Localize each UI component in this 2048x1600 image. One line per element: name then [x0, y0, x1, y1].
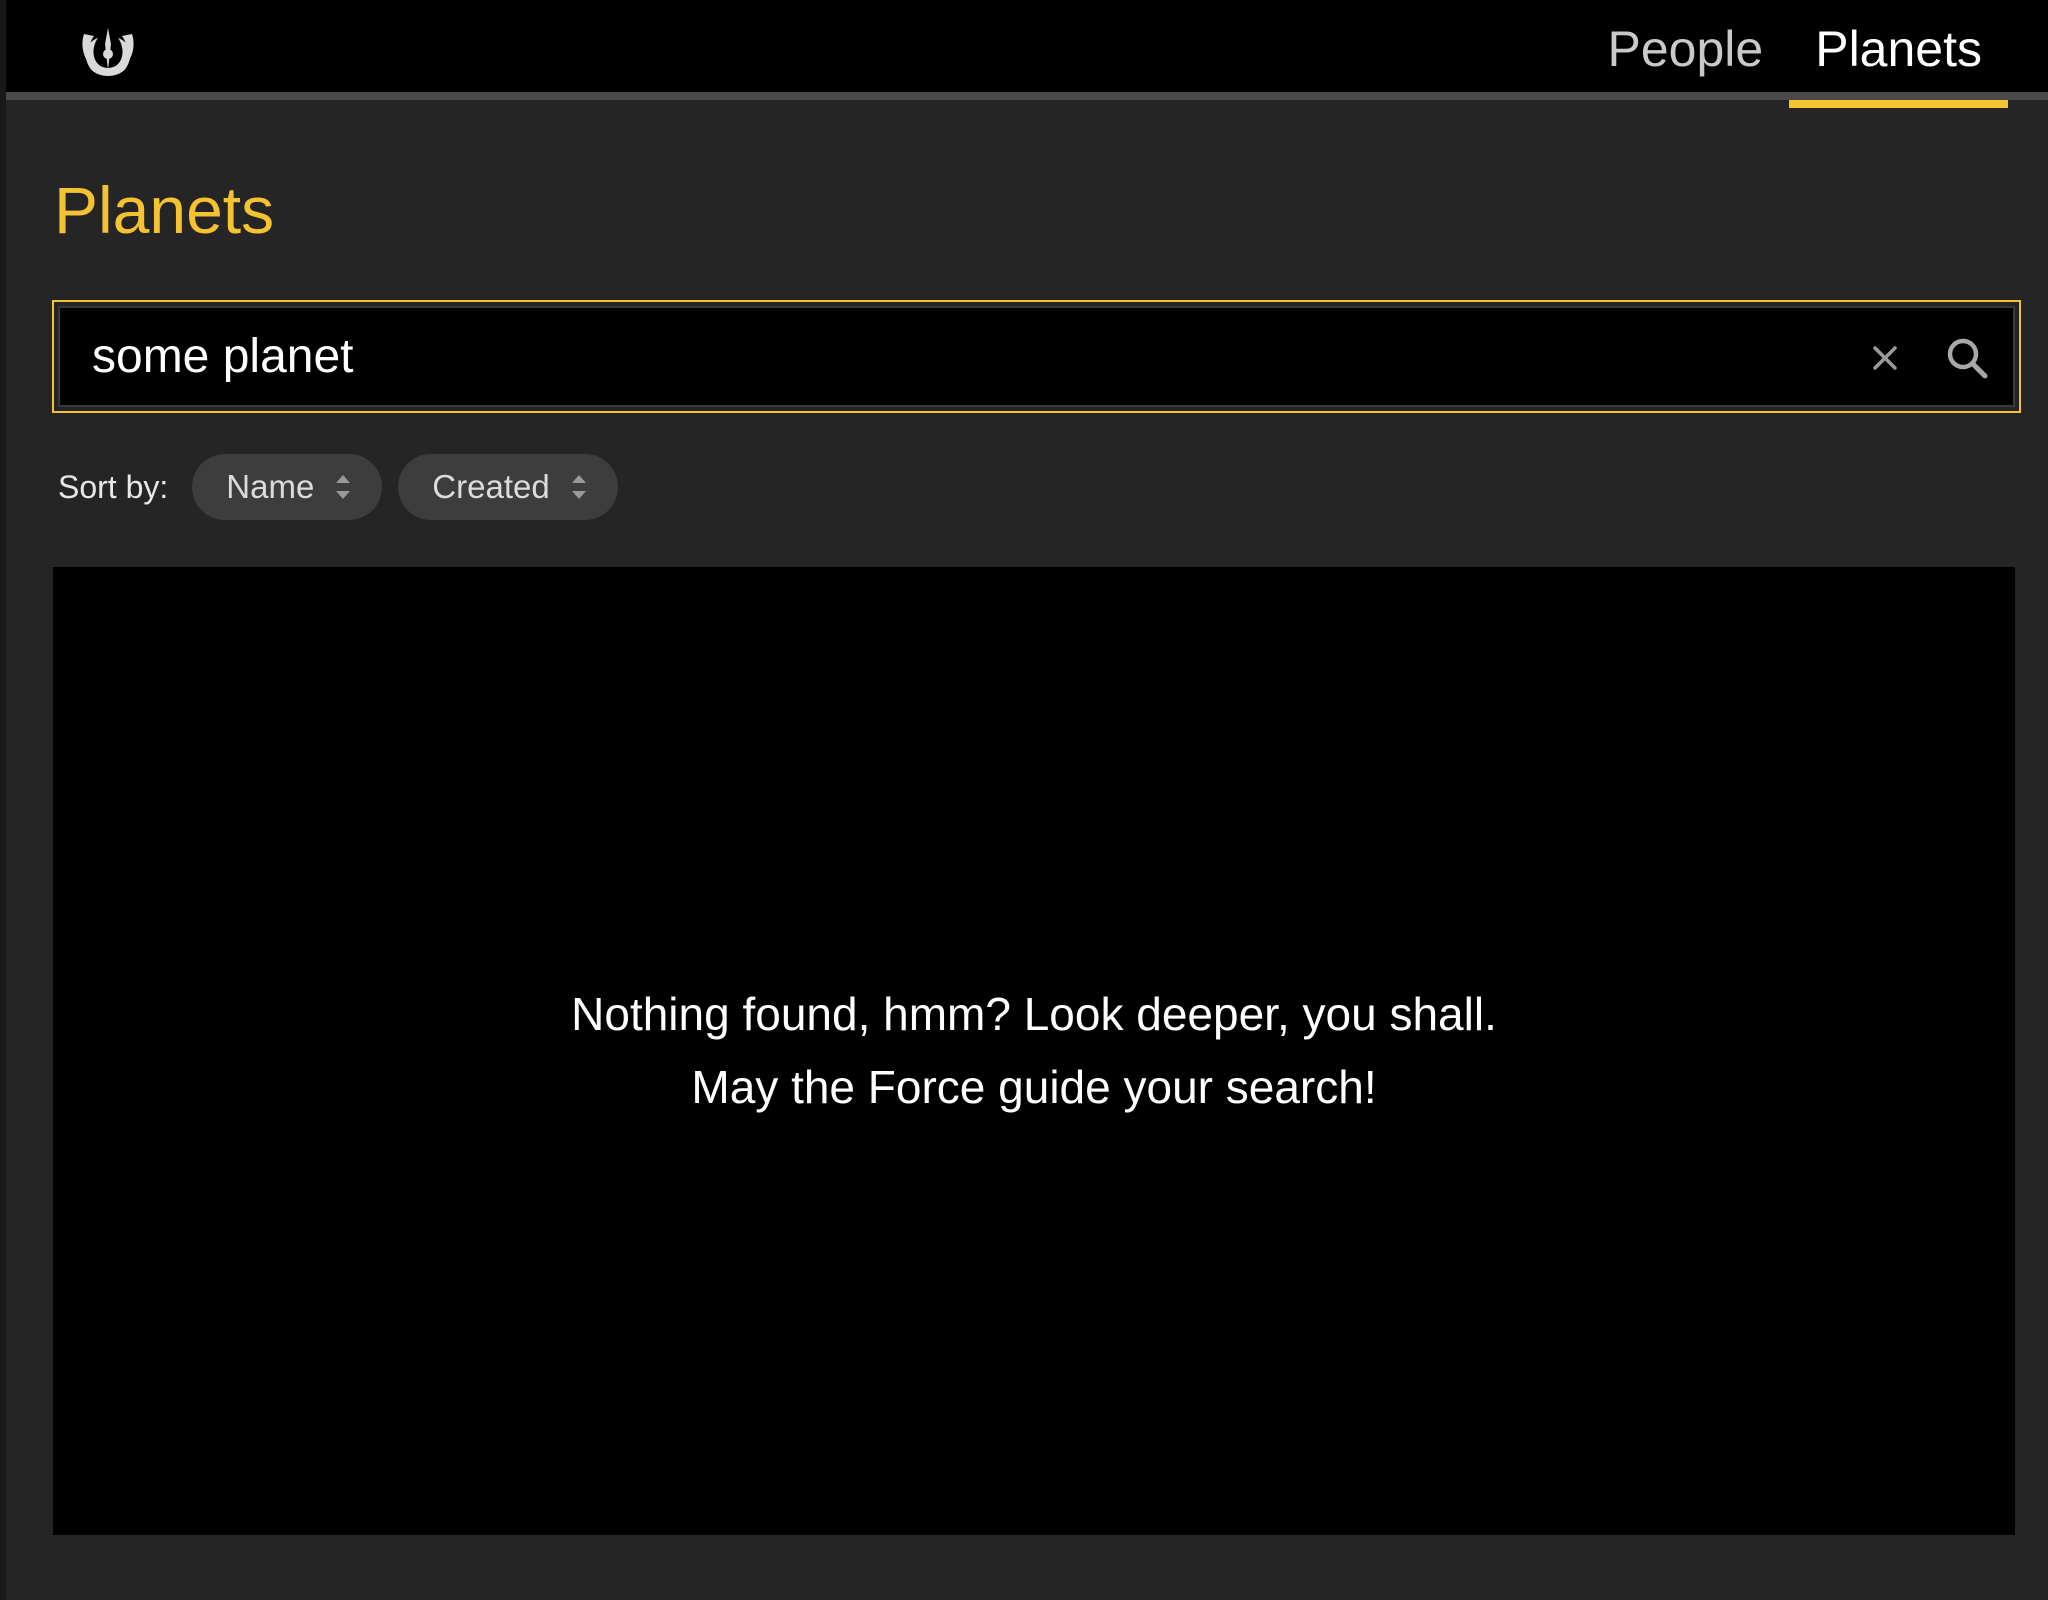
search-input[interactable]	[60, 308, 1840, 405]
sort-icon	[336, 475, 351, 499]
close-icon[interactable]	[1865, 338, 1905, 378]
empty-state-line-1: Nothing found, hmm? Look deeper, you sha…	[571, 988, 1497, 1040]
page-title: Planets	[54, 173, 275, 247]
sort-option-label: Name	[226, 468, 315, 505]
sort-controls: Sort by: Name Created	[58, 454, 634, 520]
sort-by-name-button[interactable]: Name	[192, 454, 383, 520]
app-root: People Planets Planets Sort by: Name	[0, 0, 2048, 1600]
sort-label: Sort by:	[58, 468, 169, 505]
top-navigation-bar: People Planets	[6, 0, 2048, 108]
sort-option-label: Created	[432, 468, 550, 505]
jedi-order-icon[interactable]	[78, 24, 138, 80]
search-icon[interactable]	[1943, 334, 1991, 382]
empty-state-message: Nothing found, hmm? Look deeper, you sha…	[571, 978, 1497, 1124]
search-field-focus-ring	[52, 300, 2021, 413]
nav-item-people[interactable]: People	[1582, 0, 1790, 108]
sort-by-created-button[interactable]: Created	[398, 454, 618, 520]
search-box	[58, 306, 2015, 407]
empty-state-line-2: May the Force guide your search!	[691, 1061, 1377, 1113]
results-panel: Nothing found, hmm? Look deeper, you sha…	[53, 567, 2015, 1535]
nav-item-planets[interactable]: Planets	[1789, 0, 2008, 108]
main-nav: People Planets	[1582, 0, 2008, 108]
sort-icon	[571, 475, 586, 499]
